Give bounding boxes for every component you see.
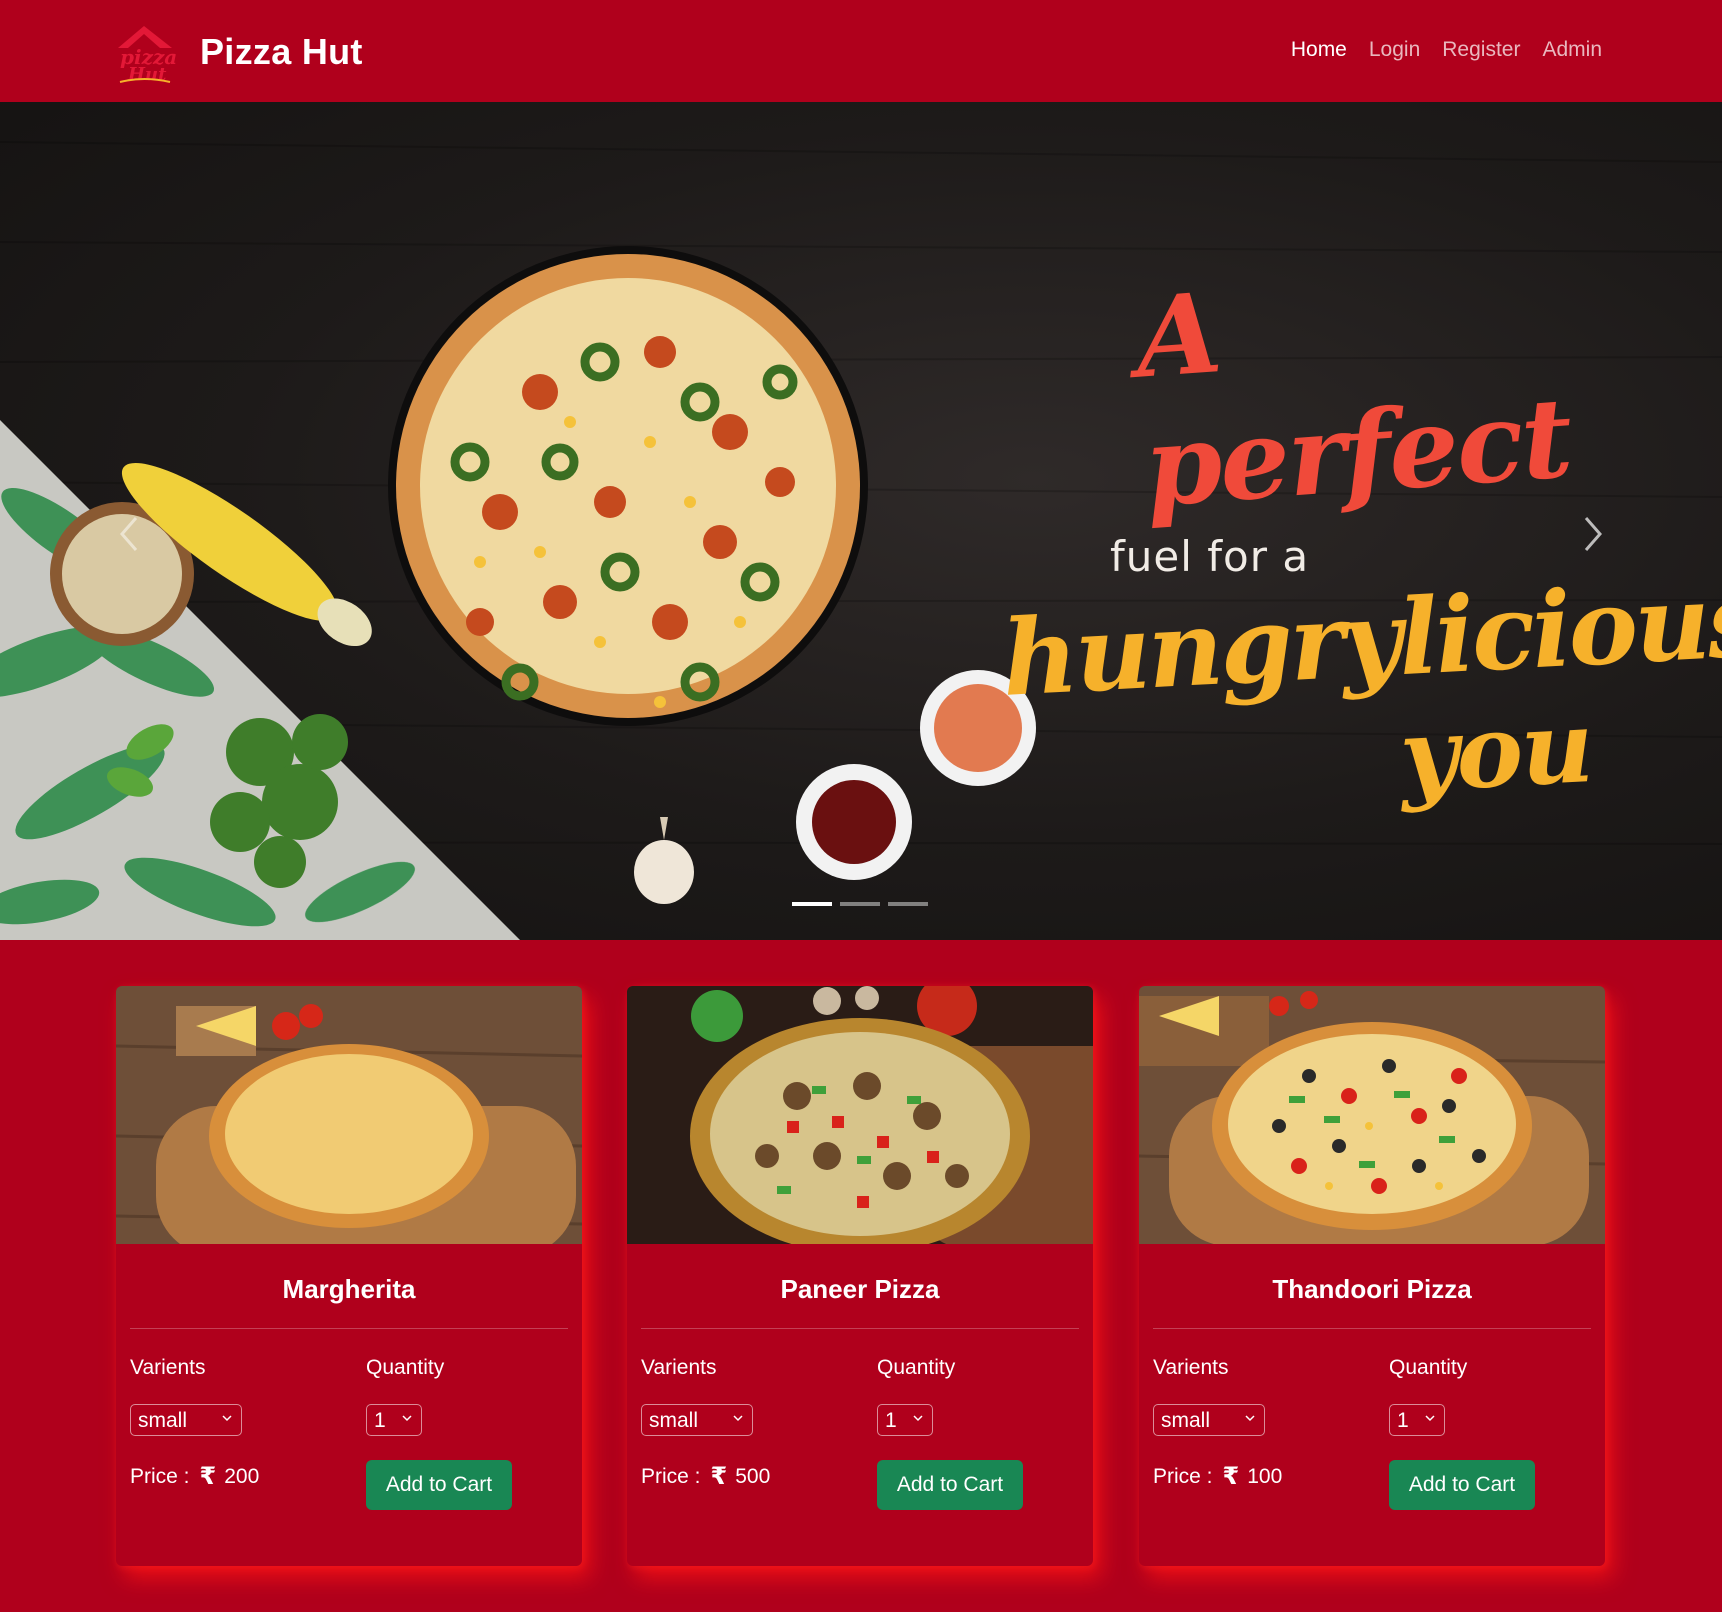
product-grid: Margherita Varients Quantity small 1 Pri… [0,940,1722,1612]
nav-register-link[interactable]: Register [1442,38,1520,62]
rupee-icon: ₹ [199,1463,217,1490]
variants-label: Varients [1153,1356,1229,1379]
quantity-value: 1 [1397,1409,1409,1432]
variants-label: Varients [130,1356,206,1379]
product-image [1139,986,1605,1244]
brand[interactable]: pizza Hut Pizza Hut [110,18,363,86]
brand-name: Pizza Hut [200,31,363,72]
divider [130,1328,568,1329]
tagline-line-4: you [1397,687,1595,815]
variant-select[interactable]: small [641,1404,753,1436]
price-value: 200 [224,1464,260,1488]
product-card: Margherita Varients Quantity small 1 Pri… [116,986,582,1566]
variant-value: small [649,1409,699,1432]
add-to-cart-button[interactable]: Add to Cart [366,1460,512,1510]
rupee-icon: ₹ [710,1463,728,1490]
chevron-left-icon [120,517,138,551]
variant-select[interactable]: small [1153,1404,1265,1436]
nav-home-link[interactable]: Home [1291,38,1347,62]
chevron-down-icon [222,1415,232,1422]
chevron-down-icon [913,1415,923,1422]
chevron-down-icon [402,1415,412,1422]
divider [641,1328,1079,1329]
price-label: Price : [1153,1464,1213,1488]
quantity-value: 1 [885,1409,897,1432]
chevron-down-icon [733,1415,743,1422]
tagline-line-1: A perfect [1131,268,1575,532]
product-card: Paneer Pizza Varients Quantity small 1 P… [627,986,1093,1566]
product-image [627,986,1093,1244]
divider [1153,1328,1591,1329]
price: Price : ₹ 100 [1153,1462,1282,1491]
quantity-select[interactable]: 1 [877,1404,933,1436]
nav-login-link[interactable]: Login [1369,38,1420,62]
chevron-down-icon [1425,1415,1435,1422]
tagline-line-2: fuel for a [1110,532,1310,581]
quantity-select[interactable]: 1 [366,1404,422,1436]
svg-text:Hut: Hut [127,64,167,85]
tagline-line-3: hungrylicious [999,557,1722,720]
quantity-value: 1 [374,1409,386,1432]
nav-links: Home Login Register Admin [1291,38,1602,62]
price-value: 100 [1247,1464,1283,1488]
carousel-prev-button[interactable] [110,504,150,564]
variant-select[interactable]: small [130,1404,242,1436]
hero-tagline: A perfect fuel for a hungrylicious you [980,227,1722,815]
carousel-indicator-3[interactable] [888,902,928,906]
chevron-right-icon [1584,517,1602,551]
price-value: 500 [735,1464,771,1488]
carousel-indicators [792,902,928,906]
price-label: Price : [130,1464,190,1488]
quantity-label: Quantity [877,1356,956,1379]
price-label: Price : [641,1464,701,1488]
add-to-cart-button[interactable]: Add to Cart [877,1460,1023,1510]
carousel-indicator-1[interactable] [792,902,832,906]
product-title: Paneer Pizza [780,1274,940,1304]
chevron-down-icon [1245,1415,1255,1422]
product-title: Margherita [282,1274,416,1304]
add-to-cart-button[interactable]: Add to Cart [1389,1460,1535,1510]
variant-value: small [1161,1409,1211,1432]
variants-label: Varients [641,1356,717,1379]
pizza-hut-logo: pizza Hut [118,26,177,85]
carousel-next-button[interactable] [1572,504,1612,564]
product-title: Thandoori Pizza [1272,1274,1472,1304]
carousel-indicator-2[interactable] [840,902,880,906]
price: Price : ₹ 200 [130,1462,259,1491]
variant-value: small [138,1409,188,1432]
quantity-label: Quantity [366,1356,445,1379]
product-image [116,986,582,1244]
price: Price : ₹ 500 [641,1462,770,1491]
nav-admin-link[interactable]: Admin [1542,38,1602,62]
quantity-select[interactable]: 1 [1389,1404,1445,1436]
quantity-label: Quantity [1389,1356,1468,1379]
hero-carousel: A perfect fuel for a hungrylicious you [0,102,1722,940]
product-card: Thandoori Pizza Varients Quantity small … [1139,986,1605,1566]
navbar: pizza Hut Pizza Hut Home Login Register … [0,0,1722,102]
rupee-icon: ₹ [1222,1463,1240,1490]
